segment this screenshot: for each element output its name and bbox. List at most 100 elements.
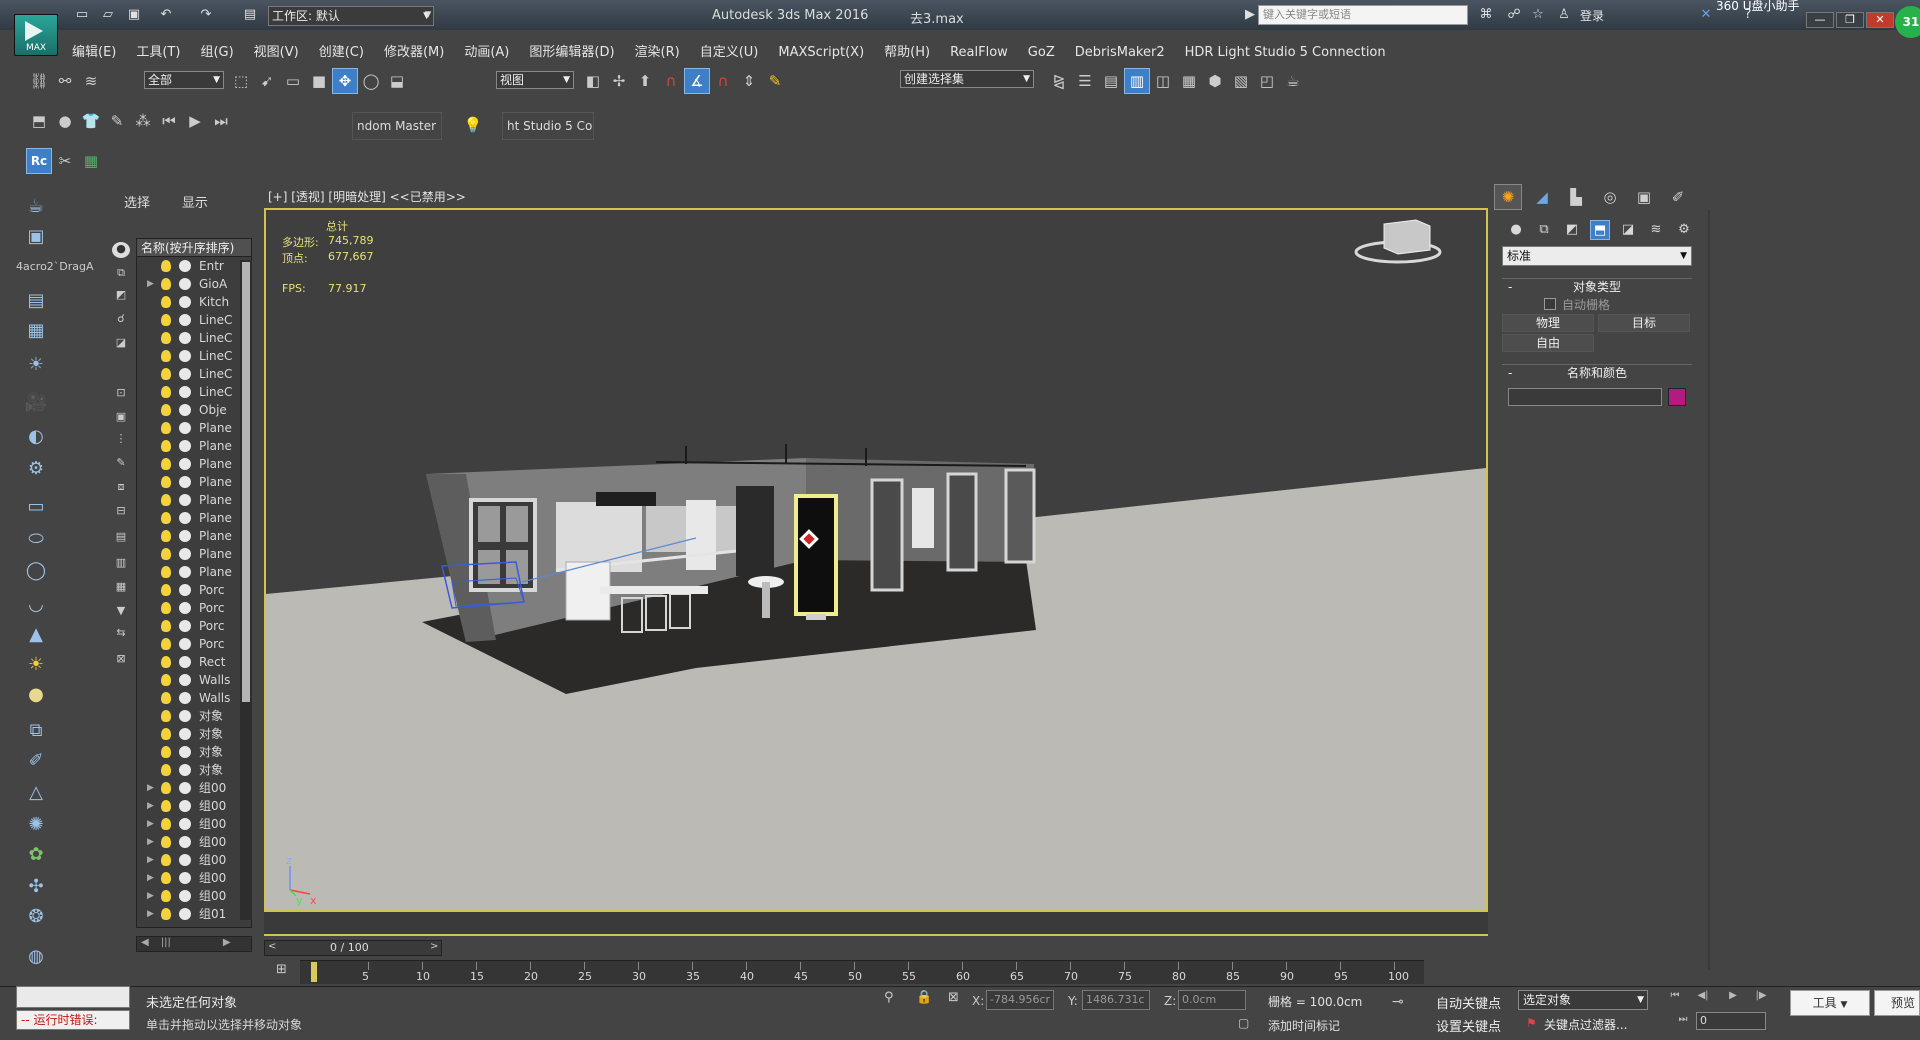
search-input[interactable]: 键入关键字或短语 <box>1258 5 1468 25</box>
disc-icon[interactable]: ⬭ <box>22 526 50 550</box>
window-crossing-icon[interactable]: ■ <box>306 68 332 94</box>
invert-selection-icon[interactable]: ⊠ <box>112 652 130 668</box>
sun-icon[interactable]: ☀ <box>22 652 50 676</box>
menu-item-15[interactable]: HDR Light Studio 5 Connection <box>1175 44 1396 62</box>
z-coord-field[interactable]: 0.0cm <box>1178 990 1246 1010</box>
project-folder-icon[interactable]: ▤ <box>240 6 260 24</box>
light-bulb-icon[interactable] <box>161 476 171 488</box>
scene-object-row[interactable]: 对象 <box>137 761 251 779</box>
bind-space-warp-icon[interactable]: ≋ <box>78 68 104 94</box>
visibility-icon[interactable] <box>179 908 191 920</box>
menu-item-10[interactable]: MAXScript(X) <box>768 44 874 62</box>
scene-object-row[interactable]: Plane <box>137 437 251 455</box>
scene-object-row[interactable]: Plane <box>137 527 251 545</box>
spinner-snap-icon[interactable]: ⇕ <box>736 68 762 94</box>
menu-item-5[interactable]: 修改器(M) <box>374 44 454 62</box>
scene-object-row[interactable]: ▶ 组00 <box>137 833 251 851</box>
create-tab-icon[interactable]: ✺ <box>1494 184 1522 210</box>
display-shapes-icon[interactable]: ◩ <box>112 288 130 304</box>
scene-object-row[interactable]: LineC <box>137 311 251 329</box>
light-bulb-icon[interactable] <box>161 602 171 614</box>
scene-object-row[interactable]: ▶ 组00 <box>137 869 251 887</box>
light-bulb-icon[interactable] <box>161 638 171 650</box>
menu-item-2[interactable]: 组(G) <box>190 44 243 62</box>
visibility-icon[interactable] <box>179 872 191 884</box>
isolate-selection-icon[interactable]: ⚲ <box>884 990 894 1005</box>
menu-item-12[interactable]: RealFlow <box>940 44 1018 62</box>
mirror-icon[interactable]: ⧎ <box>1046 68 1072 94</box>
light-bulb-icon[interactable] <box>161 782 171 794</box>
scene-object-row[interactable]: 对象 <box>137 725 251 743</box>
scene-object-row[interactable]: Kitch <box>137 293 251 311</box>
visibility-icon[interactable] <box>179 386 191 398</box>
scene-object-row[interactable]: ▶ 组00 <box>137 779 251 797</box>
login-link[interactable]: 登录 <box>1580 7 1604 24</box>
visibility-icon[interactable] <box>179 674 191 686</box>
visibility-icon[interactable] <box>179 350 191 362</box>
visibility-icon[interactable] <box>179 890 191 902</box>
scene-object-row[interactable]: Plane <box>137 491 251 509</box>
scrollbar-thumb[interactable] <box>242 262 250 702</box>
visibility-icon[interactable] <box>179 332 191 344</box>
select-object-icon[interactable]: ⬚ <box>228 68 254 94</box>
visibility-icon[interactable] <box>179 458 191 470</box>
scene-object-row[interactable]: Porc <box>137 617 251 635</box>
visibility-icon[interactable] <box>179 656 191 668</box>
plane-icon[interactable]: ▭ <box>22 494 50 518</box>
scene-object-row[interactable]: Entr <box>137 257 251 275</box>
visibility-icon[interactable] <box>179 620 191 632</box>
expand-arrow-icon[interactable]: ▶ <box>147 833 154 851</box>
light-bulb-icon[interactable] <box>161 746 171 758</box>
light-bulb-icon[interactable]: 💡 <box>460 112 486 138</box>
scene-object-row[interactable]: Porc <box>137 599 251 617</box>
menu-item-0[interactable]: 编辑(E) <box>62 44 126 62</box>
material-editor-icon[interactable]: ⬢ <box>1202 68 1228 94</box>
edit-named-selection-icon[interactable]: ✎ <box>762 68 788 94</box>
track-bar[interactable] <box>300 960 1424 984</box>
display-spacewarps-icon[interactable]: ▣ <box>112 410 130 426</box>
utilities-tab-icon[interactable]: ✐ <box>1664 184 1692 210</box>
angle-snap-icon[interactable]: ∡ <box>684 68 710 94</box>
schematic-view-icon[interactable]: ▦ <box>1176 68 1202 94</box>
render-production-icon[interactable]: ☕ <box>1280 68 1306 94</box>
auto-key-button[interactable]: 自动关键点 <box>1436 993 1501 1012</box>
light-bulb-icon[interactable] <box>161 728 171 740</box>
visibility-icon[interactable] <box>179 314 191 326</box>
hf-icon[interactable]: ✣ <box>22 874 50 898</box>
selection-filter-dropdown[interactable]: 全部 ▼ <box>144 71 224 89</box>
favorites-star-icon[interactable]: ☆ <box>1528 6 1548 24</box>
bowl-icon[interactable]: ◡ <box>22 592 50 616</box>
light-bulb-icon[interactable] <box>161 710 171 722</box>
prev-frame-icon[interactable]: < <box>268 941 276 952</box>
sphere-white-icon[interactable]: ◯ <box>22 558 50 582</box>
object-type-rollout[interactable]: - 对象类型 <box>1502 278 1692 294</box>
visibility-icon[interactable] <box>179 404 191 416</box>
scene-object-row[interactable]: 对象 <box>137 707 251 725</box>
pivot-center-icon[interactable]: ◧ <box>580 68 606 94</box>
keyboard-shortcut-override-icon[interactable]: ⬆ <box>632 68 658 94</box>
light-bulb-icon[interactable] <box>161 854 171 866</box>
light-bulb-icon[interactable] <box>161 458 171 470</box>
expand-arrow-icon[interactable]: ▶ <box>147 905 154 923</box>
expand-arrow-icon[interactable]: ▶ <box>147 797 154 815</box>
expand-arrow-icon[interactable]: ▶ <box>147 779 154 797</box>
x-coord-field[interactable]: -784.956cr <box>986 990 1054 1010</box>
mini-curve-editor-icon[interactable]: ⊞ <box>276 962 296 982</box>
rendered-frame-window-icon[interactable]: ◰ <box>1254 68 1280 94</box>
light-bulb-icon[interactable] <box>161 548 171 560</box>
menu-item-9[interactable]: 自定义(U) <box>690 44 769 62</box>
scene-object-row[interactable]: ▶ 组00 <box>137 797 251 815</box>
light-bulb-icon[interactable] <box>161 764 171 776</box>
scene-object-row[interactable]: Walls <box>137 689 251 707</box>
camera-icon[interactable]: 🎥 <box>22 390 50 414</box>
expand-arrow-icon[interactable]: ▶ <box>147 851 154 869</box>
sort-by-name-header[interactable]: 名称(按升序排序) <box>137 239 251 257</box>
expand-arrow-icon[interactable]: ▶ <box>147 275 154 293</box>
set-key-icon[interactable]: ⊸ <box>1392 994 1404 1010</box>
scene-object-row[interactable]: ▶ GioA <box>137 275 251 293</box>
menu-item-1[interactable]: 工具(T) <box>126 44 190 62</box>
display-bones-icon[interactable]: ⧈ <box>112 480 130 496</box>
minimize-button[interactable]: — <box>1806 12 1834 28</box>
subscription-icon[interactable]: ☍ <box>1504 6 1524 24</box>
scene-explorer-hscrollbar[interactable]: ◀ ||| ▶ <box>136 936 252 952</box>
